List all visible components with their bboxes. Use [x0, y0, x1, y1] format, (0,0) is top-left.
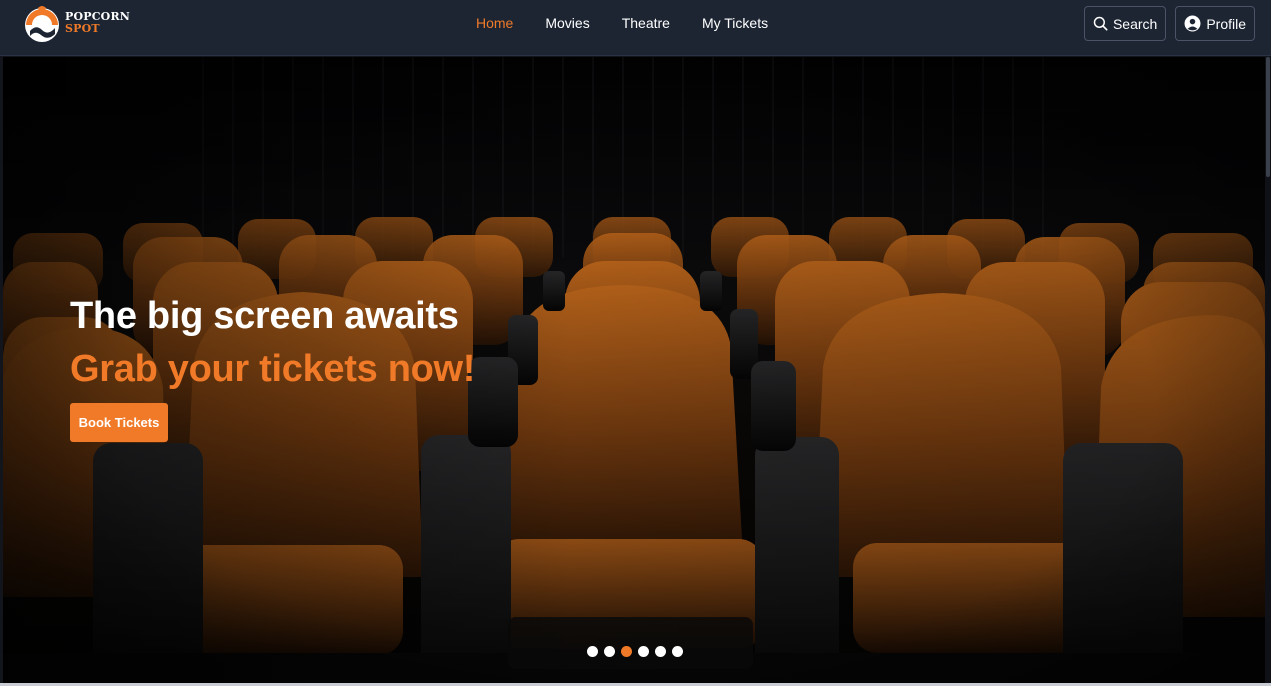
- hero-subtitle: Grab your tickets now!: [70, 348, 476, 390]
- carousel-dot[interactable]: [672, 646, 683, 657]
- main-nav: Home Movies Theatre My Tickets: [460, 0, 784, 47]
- user-circle-icon: [1184, 15, 1201, 32]
- search-icon: [1093, 16, 1108, 31]
- carousel-dot-active[interactable]: [621, 646, 632, 657]
- profile-label: Profile: [1206, 15, 1246, 32]
- nav-home[interactable]: Home: [460, 0, 529, 47]
- nav-movies[interactable]: Movies: [529, 0, 605, 47]
- nav-theatre[interactable]: Theatre: [606, 0, 686, 47]
- brand-logo[interactable]: POPCORN SPOT: [22, 4, 142, 44]
- header-actions: Search Profile: [1083, 6, 1255, 41]
- hero-title: The big screen awaits: [70, 295, 459, 337]
- hero-banner: The big screen awaits Grab your tickets …: [3, 57, 1265, 683]
- carousel-dot[interactable]: [604, 646, 615, 657]
- top-navbar: POPCORN SPOT Home Movies Theatre My Tick…: [0, 0, 1271, 56]
- popcorn-logo-icon: [25, 6, 59, 42]
- carousel-dot[interactable]: [638, 646, 649, 657]
- carousel-indicators: [587, 646, 683, 657]
- brand-name-line2: SPOT: [65, 22, 100, 35]
- app-root: POPCORN SPOT Home Movies Theatre My Tick…: [0, 0, 1271, 686]
- carousel-dot[interactable]: [587, 646, 598, 657]
- page-scrollbar[interactable]: [1265, 57, 1271, 683]
- carousel-dot[interactable]: [655, 646, 666, 657]
- scrollbar-thumb[interactable]: [1266, 57, 1270, 177]
- search-button[interactable]: Search: [1083, 6, 1167, 41]
- book-tickets-button[interactable]: Book Tickets: [70, 403, 168, 442]
- nav-my-tickets[interactable]: My Tickets: [686, 0, 784, 47]
- profile-button[interactable]: Profile: [1175, 6, 1255, 41]
- search-label: Search: [1112, 15, 1158, 32]
